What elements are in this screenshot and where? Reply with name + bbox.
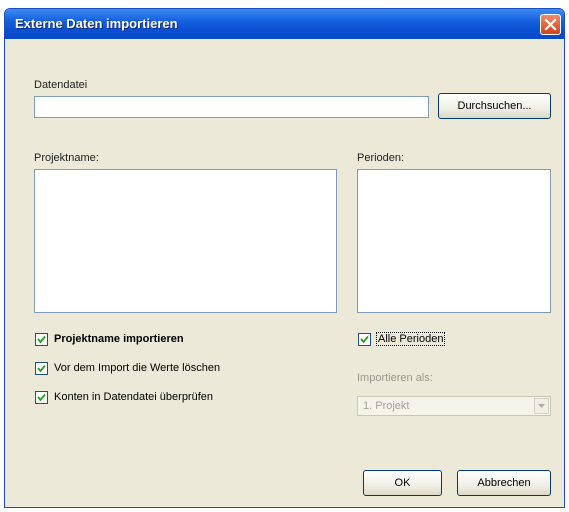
periods-label: Perioden:	[357, 152, 405, 164]
browse-button[interactable]: Durchsuchen...	[438, 93, 551, 119]
cancel-button[interactable]: Abbrechen	[457, 470, 551, 496]
chevron-down-icon	[538, 404, 545, 408]
import-as-selected-value: 1. Projekt	[363, 400, 410, 412]
data-file-label: Datendatei	[34, 79, 88, 91]
delete-values-option[interactable]: Vor dem Import die Werte löschen	[35, 361, 335, 377]
dialog-body: Datendatei Durchsuchen... Projektname: P…	[5, 39, 564, 507]
import-as-select[interactable]: 1. Projekt	[357, 396, 551, 416]
title-bar[interactable]: Externe Daten importieren	[5, 9, 564, 39]
cancel-button-label: Abbrechen	[477, 477, 531, 489]
import-project-name-label: Projektname importieren	[54, 333, 184, 345]
import-project-name-option[interactable]: Projektname importieren	[35, 332, 335, 348]
dialog-title: Externe Daten importieren	[15, 16, 178, 31]
delete-values-checkbox[interactable]	[35, 362, 48, 375]
checkmark-icon	[37, 393, 46, 402]
close-icon	[544, 18, 557, 31]
periods-list[interactable]	[357, 169, 551, 313]
checkmark-icon	[37, 364, 46, 373]
ok-button-label: OK	[394, 477, 411, 489]
all-periods-option[interactable]: Alle Perioden	[358, 332, 548, 348]
delete-values-label: Vor dem Import die Werte löschen	[54, 362, 221, 374]
browse-button-label: Durchsuchen...	[457, 100, 532, 112]
close-button[interactable]	[540, 14, 561, 35]
data-file-input[interactable]	[34, 96, 429, 118]
all-periods-checkbox[interactable]	[358, 333, 371, 346]
all-periods-label: Alle Perioden	[375, 332, 446, 346]
check-accounts-checkbox[interactable]	[35, 391, 48, 404]
import-project-name-checkbox[interactable]	[35, 333, 48, 346]
check-accounts-option[interactable]: Konten in Datendatei überprüfen	[35, 390, 335, 406]
import-as-dropdown-button[interactable]	[534, 398, 549, 414]
checkmark-icon	[37, 335, 46, 344]
project-name-label: Projektname:	[34, 152, 99, 164]
import-dialog: Externe Daten importieren Datendatei Dur…	[4, 8, 565, 508]
ok-button[interactable]: OK	[363, 470, 442, 496]
check-accounts-label: Konten in Datendatei überprüfen	[54, 391, 214, 403]
checkmark-icon	[360, 335, 369, 344]
project-list[interactable]	[34, 169, 337, 313]
import-as-label: Importieren als:	[357, 372, 433, 384]
